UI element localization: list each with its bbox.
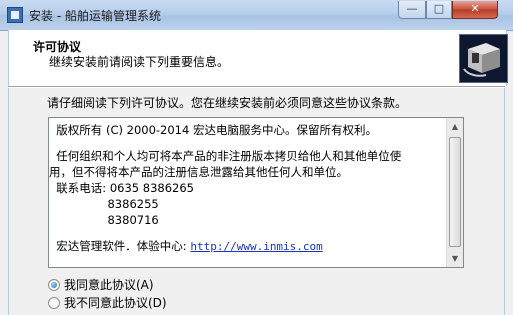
page-subtitle: 继续安装前请阅读下列重要信息。 (49, 55, 230, 69)
license-line: 8386255 (49, 197, 159, 211)
license-line: 用，但不得将本产品的注册信息泄露给其他任何人和单位。 (49, 165, 348, 179)
maximize-button[interactable]: □ (426, 1, 452, 19)
scroll-down-icon[interactable]: ▼ (447, 250, 463, 267)
wizard-header: 许可协议 继续安装前请阅读下列重要信息。 (8, 30, 508, 86)
close-button[interactable]: ✕ (452, 1, 498, 19)
license-textbox[interactable]: 版权所有 (C) 2000-2014 宏达电脑服务中心。保留所有权利。 任何组织… (48, 117, 464, 268)
minimize-button[interactable]: — (398, 1, 426, 19)
website-link[interactable]: http://www.inmis.com (190, 240, 322, 253)
scroll-thumb[interactable] (449, 137, 461, 247)
license-line: 版权所有 (C) 2000-2014 宏达电脑服务中心。保留所有权利。 (49, 123, 377, 137)
vertical-scrollbar[interactable]: ▲ ▼ (446, 118, 463, 267)
license-line: 8380716 (49, 213, 159, 227)
license-line: 宏达管理软件．体验中心: http://www.inmis.com (49, 238, 447, 254)
instruction-text: 请仔细阅读下列许可协议。您在继续安装前必须同意这些协议条款。 (47, 96, 408, 110)
license-text: 版权所有 (C) 2000-2014 宏达电脑服务中心。保留所有权利。 任何组织… (49, 118, 447, 254)
title-bar[interactable]: 安装 - 船舶运输管理系统 — □ ✕ (0, 0, 513, 31)
window-title: 安装 - 船舶运输管理系统 (29, 9, 161, 23)
disagree-radio[interactable] (48, 297, 60, 309)
license-line (49, 228, 447, 238)
installer-app-icon (7, 7, 23, 23)
scroll-up-icon[interactable]: ▲ (447, 118, 463, 135)
experience-center-label: 宏达管理软件．体验中心: (49, 239, 187, 253)
license-line (49, 138, 447, 148)
agree-radio[interactable] (48, 279, 60, 291)
disagree-label[interactable]: 我不同意此协议(D) (64, 295, 167, 311)
license-line: 任何组织和个人均可将本产品的非注册版本拷贝给他人和其他单位使 (49, 149, 402, 163)
agree-label[interactable]: 我同意此协议(A) (64, 277, 154, 293)
license-line: 联系电话: 0635 8386265 (49, 181, 194, 195)
installer-computer-icon (459, 34, 508, 83)
